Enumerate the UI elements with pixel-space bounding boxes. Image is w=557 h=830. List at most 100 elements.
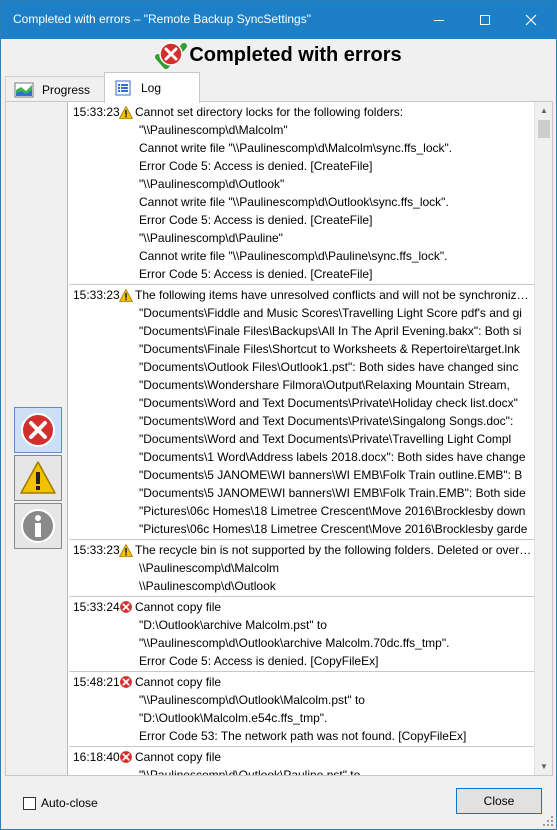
tab-progress[interactable]: Progress xyxy=(5,76,105,102)
log-entry[interactable]: 15:48:21 Cannot copy file "\\Paulinescomp\… xyxy=(69,672,534,747)
log-message: "Documents\Fiddle and Music Scores\Trave… xyxy=(139,306,522,320)
log-line: Error Code 53: The network path was not … xyxy=(69,727,534,745)
log-message: Error Code 5: Access is denied. [CopyFil… xyxy=(139,654,379,668)
scroll-thumb[interactable] xyxy=(538,120,550,138)
log-panel: 15:33:23 Cannot set directory locks for t… xyxy=(5,101,553,776)
log-message: "\\Paulinescomp\d\Outlook\Pauline.pst" t… xyxy=(139,768,361,775)
window-title: Completed with errors – "Remote Backup S… xyxy=(13,12,311,26)
log-message: "Documents\Word and Text Documents\Priva… xyxy=(139,414,514,428)
log-entry[interactable]: 16:18:40 Cannot copy file "\\Paulinescomp\… xyxy=(69,747,534,775)
log-line: Error Code 5: Access is denied. [CopyFil… xyxy=(69,652,534,670)
warning-icon xyxy=(117,286,135,304)
log-line: "Documents\Word and Text Documents\Priva… xyxy=(69,412,534,430)
title-bar[interactable]: Completed with errors – "Remote Backup S… xyxy=(1,1,556,39)
log-message: Error Code 5: Access is denied. [CreateF… xyxy=(139,267,373,281)
log-line: "Pictures\06c Homes\18 Limetree Crescent… xyxy=(69,502,534,520)
log-line: "Documents\Fiddle and Music Scores\Trave… xyxy=(69,304,534,322)
tab-log[interactable]: Log xyxy=(104,72,200,103)
filter-errors-button[interactable] xyxy=(14,407,62,453)
log-message: Error Code 5: Access is denied. [CreateF… xyxy=(139,159,373,173)
log-message: "D:\Outlook\Malcolm.e54c.ffs_tmp". xyxy=(139,711,328,725)
log-message: Error Code 53: The network path was not … xyxy=(139,729,467,743)
log-message: Cannot write file "\\Paulinescomp\d\Paul… xyxy=(139,249,448,263)
log-line: "D:\Outlook\archive Malcolm.pst" to xyxy=(69,616,534,634)
warning-icon xyxy=(117,103,135,121)
log-line: Cannot write file "\\Paulinescomp\d\Malc… xyxy=(69,139,534,157)
log-line: Cannot write file "\\Paulinescomp\d\Outl… xyxy=(69,193,534,211)
log-line: "Documents\Finale Files\Backups\All In T… xyxy=(69,322,534,340)
error-icon xyxy=(117,748,135,766)
log-message: "\\Paulinescomp\d\Outlook" xyxy=(139,177,285,191)
filter-warnings-button[interactable] xyxy=(14,455,62,501)
autoclose-label: Auto-close xyxy=(41,796,98,810)
log-line: "\\Paulinescomp\d\Outlook\Pauline.pst" t… xyxy=(69,766,534,775)
log-line: Error Code 5: Access is denied. [CreateF… xyxy=(69,157,534,175)
filter-toolbar xyxy=(6,102,68,775)
log-scrollbar[interactable]: ▲ ▼ xyxy=(534,102,552,775)
dialog-content: Completed with errors Progress Log 15:33… xyxy=(1,39,556,829)
log-message: Cannot set directory locks for the follo… xyxy=(135,105,404,119)
log-line: "Documents\Outlook Files\Outlook1.pst": … xyxy=(69,358,534,376)
dialog-footer: Auto-close Close xyxy=(1,779,556,829)
log-line: \\Paulinescomp\d\Outlook xyxy=(69,577,534,595)
log-line: "Documents\5 JANOME\WI banners\WI EMB\Fo… xyxy=(69,484,534,502)
log-timestamp: 15:48:21 xyxy=(73,675,120,689)
log-line: \\Paulinescomp\d\Malcolm xyxy=(69,559,534,577)
log-message: Error Code 5: Access is denied. [CreateF… xyxy=(139,213,373,227)
log-line: "\\Paulinescomp\d\Pauline" xyxy=(69,229,534,247)
log-message: "\\Paulinescomp\d\Outlook\Malcolm.pst" t… xyxy=(139,693,365,707)
log-timestamp: 15:33:23 xyxy=(73,543,120,557)
log-line: "\\Paulinescomp\d\Outlook" xyxy=(69,175,534,193)
filter-info-button[interactable] xyxy=(14,503,62,549)
scroll-down-arrow-icon[interactable]: ▼ xyxy=(535,758,553,775)
dialog-window: Completed with errors – "Remote Backup S… xyxy=(0,0,557,830)
log-line: 15:33:23 The following items have unresol… xyxy=(69,286,534,304)
info-icon xyxy=(21,509,55,543)
log-line: "D:\Outlook\Malcolm.e54c.ffs_tmp". xyxy=(69,709,534,727)
log-entry[interactable]: 15:33:23 The following items have unresol… xyxy=(69,285,534,540)
log-message: "Documents\5 JANOME\WI banners\WI EMB\Fo… xyxy=(139,468,523,482)
error-icon xyxy=(117,673,135,691)
log-message: Cannot write file "\\Paulinescomp\d\Outl… xyxy=(139,195,449,209)
log-line: "Documents\Word and Text Documents\Priva… xyxy=(69,394,534,412)
log-message: "D:\Outlook\archive Malcolm.pst" to xyxy=(139,618,327,632)
status-header: Completed with errors xyxy=(1,39,556,71)
log-list[interactable]: 15:33:23 Cannot set directory locks for t… xyxy=(69,102,534,775)
log-entry[interactable]: 15:33:23 The recycle bin is not supported… xyxy=(69,540,534,597)
error-icon xyxy=(117,598,135,616)
minimize-icon xyxy=(434,19,444,21)
tab-progress-label: Progress xyxy=(42,82,91,97)
minimize-button[interactable] xyxy=(416,1,462,39)
log-timestamp: 15:33:23 xyxy=(73,105,120,119)
close-icon xyxy=(525,14,537,26)
close-button[interactable]: Close xyxy=(456,788,542,814)
log-entry[interactable]: 15:33:23 Cannot set directory locks for t… xyxy=(69,102,534,285)
log-line: "Pictures\06c Homes\18 Limetree Crescent… xyxy=(69,520,534,538)
close-window-button[interactable] xyxy=(508,1,554,39)
log-line: 15:33:23 Cannot set directory locks for t… xyxy=(69,103,534,121)
log-message: The recycle bin is not supported by the … xyxy=(135,543,533,557)
log-list-icon xyxy=(113,80,133,96)
log-line: "\\Paulinescomp\d\Outlook\archive Malcol… xyxy=(69,634,534,652)
log-line: 15:33:24 Cannot copy file xyxy=(69,598,534,616)
log-line: 16:18:40 Cannot copy file xyxy=(69,748,534,766)
maximize-icon xyxy=(480,15,490,25)
log-message: \\Paulinescomp\d\Outlook xyxy=(139,579,276,593)
autoclose-checkbox[interactable] xyxy=(23,796,36,810)
log-message: \\Paulinescomp\d\Malcolm xyxy=(139,561,280,575)
log-message: "Documents\Outlook Files\Outlook1.pst": … xyxy=(139,360,519,374)
scroll-up-arrow-icon[interactable]: ▲ xyxy=(535,102,553,119)
resize-grip-icon[interactable] xyxy=(543,816,553,826)
log-message: "Documents\Finale Files\Backups\All In T… xyxy=(139,324,522,338)
warning-icon xyxy=(20,461,56,494)
log-entry[interactable]: 15:33:24 Cannot copy file "D:\Outlook\arch… xyxy=(69,597,534,672)
log-message: The following items have unresolved conf… xyxy=(135,288,533,302)
log-message: "\\Paulinescomp\d\Outlook\archive Malcol… xyxy=(139,636,450,650)
log-timestamp: 16:18:40 xyxy=(73,750,120,764)
log-line: 15:33:23 The recycle bin is not supported… xyxy=(69,541,534,559)
log-timestamp: 15:33:23 xyxy=(73,288,120,302)
log-message: "Documents\Wondershare Filmora\Output\Re… xyxy=(139,378,510,392)
log-message: Cannot copy file xyxy=(135,675,222,689)
maximize-button[interactable] xyxy=(462,1,508,39)
autoclose-toggle[interactable]: Auto-close xyxy=(23,796,98,810)
